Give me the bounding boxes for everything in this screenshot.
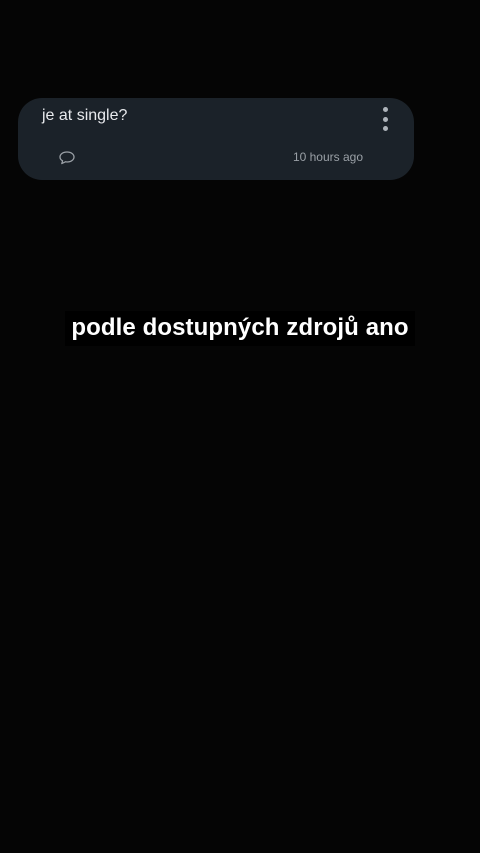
- more-options-icon-dot: [382, 126, 388, 131]
- question-card[interactable]: je at single? 10 hours ago: [18, 98, 414, 180]
- timestamp: 10 hours ago: [292, 150, 363, 164]
- caption-text: podle dostupných zdrojů ano: [65, 311, 415, 346]
- more-options-icon: [382, 107, 388, 112]
- more-options-icon-dot: [382, 116, 388, 122]
- more-options-button[interactable]: [378, 107, 392, 131]
- speech-bubble-icon: [59, 151, 75, 165]
- caption-overlay: podle dostupných zdrojů ano: [0, 311, 480, 346]
- question-text: je at single?: [42, 107, 128, 124]
- comment-button[interactable]: [58, 150, 76, 166]
